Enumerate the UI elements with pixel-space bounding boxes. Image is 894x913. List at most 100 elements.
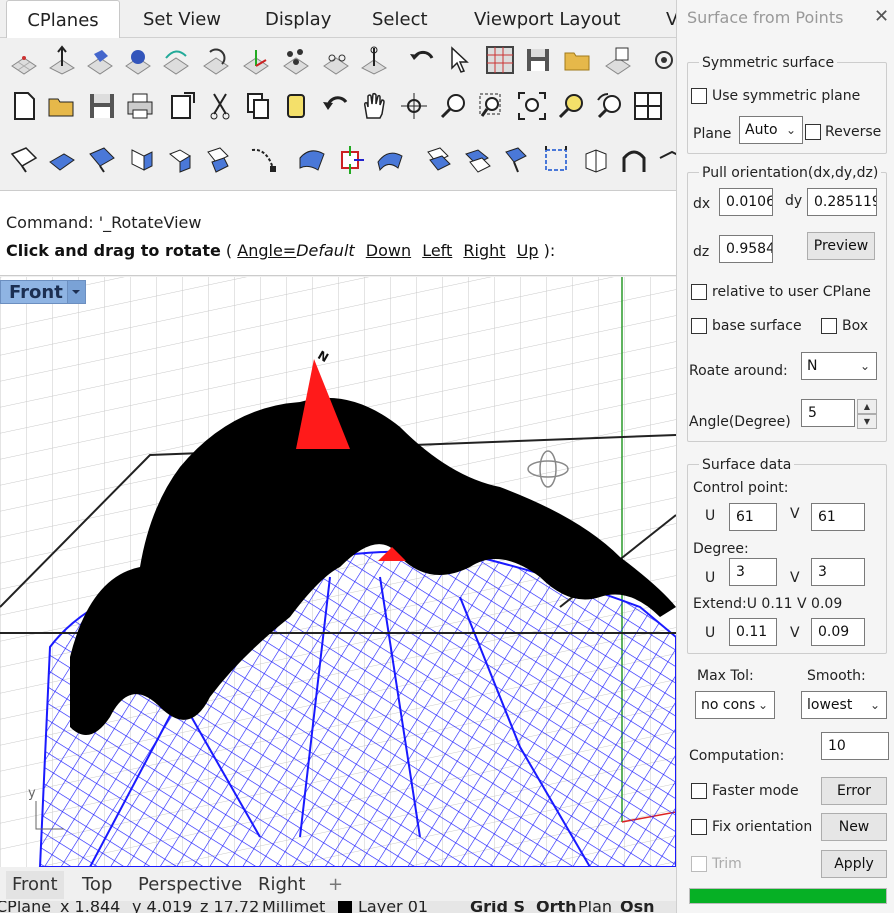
stepper-up-icon[interactable]: ▲ xyxy=(857,399,877,414)
status-layer[interactable]: Layer 01 xyxy=(358,901,428,913)
dz-input[interactable]: 0.9584 xyxy=(719,235,773,263)
smooth-select[interactable]: lowest ⌄ xyxy=(801,691,887,719)
status-ortho[interactable]: Orth xyxy=(536,901,577,913)
surface-tool-16-icon[interactable] xyxy=(656,144,676,176)
base-surface-checkbox[interactable] xyxy=(691,318,707,334)
tab-cplanes[interactable]: CPlanes xyxy=(6,0,120,38)
tab-overflow[interactable]: V xyxy=(666,0,676,38)
cplane-elevation-icon[interactable] xyxy=(320,44,352,76)
add-viewport-tab-icon[interactable]: + xyxy=(322,871,349,899)
vptab-right[interactable]: Right xyxy=(252,871,311,899)
dy-input[interactable]: 0.285119 xyxy=(807,188,877,216)
status-grid-snap[interactable]: Grid S xyxy=(470,901,525,913)
trim-checkbox[interactable] xyxy=(691,856,707,872)
tab-viewport-layout[interactable]: Viewport Layout xyxy=(474,0,621,38)
plane-select[interactable]: Auto ⌄ xyxy=(739,116,803,144)
relative-cplane-checkbox[interactable] xyxy=(691,284,707,300)
surface-tool-10-icon[interactable] xyxy=(422,144,454,176)
four-viewports-icon[interactable] xyxy=(632,90,664,122)
save-cplane-icon[interactable] xyxy=(522,44,554,76)
option-left[interactable]: Left xyxy=(422,241,452,260)
properties-icon[interactable] xyxy=(166,90,198,122)
box-checkbox[interactable] xyxy=(821,318,837,334)
surface-tool-14-icon[interactable] xyxy=(580,144,612,176)
tab-display[interactable]: Display xyxy=(265,0,331,38)
pan-hand-icon[interactable] xyxy=(358,90,390,122)
open-folder-icon[interactable] xyxy=(562,44,594,76)
surface-tool-5-icon[interactable] xyxy=(164,144,196,176)
cplane-rotate-icon[interactable] xyxy=(200,44,232,76)
open-file-icon[interactable] xyxy=(46,90,78,122)
control-point-v-input[interactable]: 61 xyxy=(811,503,865,531)
zoom-extents-icon[interactable] xyxy=(516,90,548,122)
cplane-surface-icon[interactable] xyxy=(122,44,154,76)
surface-tool-9-icon[interactable] xyxy=(374,144,406,176)
rotate-view-icon[interactable] xyxy=(398,90,430,122)
tab-select[interactable]: Select xyxy=(372,0,428,38)
extend-u-input[interactable]: 0.11 xyxy=(729,618,777,646)
viewport-canvas[interactable]: N y xyxy=(0,277,676,867)
tab-set-view[interactable]: Set View xyxy=(143,0,221,38)
zoom-selected-icon[interactable] xyxy=(556,90,588,122)
max-tol-select[interactable]: no cons ⌄ xyxy=(695,691,775,719)
undo-view-icon[interactable] xyxy=(594,90,626,122)
apply-button[interactable]: Apply xyxy=(821,850,887,878)
vptab-perspective[interactable]: Perspective xyxy=(132,871,248,899)
surface-tool-12-icon[interactable] xyxy=(500,144,532,176)
show-icon[interactable] xyxy=(648,44,676,76)
surface-tool-2-icon[interactable] xyxy=(46,144,78,176)
front-viewport[interactable]: N y xyxy=(0,277,676,867)
cplane-grid-icon[interactable] xyxy=(8,44,40,76)
rotate-around-select[interactable]: N ⌄ xyxy=(801,352,877,380)
curve-tool-icon[interactable] xyxy=(248,144,280,176)
vptab-front[interactable]: Front xyxy=(6,871,64,899)
option-up[interactable]: Up xyxy=(517,241,539,260)
angle-stepper[interactable]: ▲ ▼ xyxy=(857,399,877,429)
status-planar[interactable]: Plan xyxy=(578,901,612,913)
surface-tool-6-icon[interactable] xyxy=(202,144,234,176)
faster-mode-checkbox[interactable] xyxy=(691,783,707,799)
layer-color-swatch[interactable] xyxy=(338,901,352,913)
dx-input[interactable]: 0.0106 xyxy=(719,188,773,216)
surface-tool-1-icon[interactable] xyxy=(8,144,40,176)
stepper-down-icon[interactable]: ▼ xyxy=(857,414,877,429)
cplane-view-icon[interactable] xyxy=(358,44,390,76)
zoom-icon[interactable] xyxy=(438,90,470,122)
computation-input[interactable]: 10 xyxy=(821,732,889,760)
vptab-top[interactable]: Top xyxy=(76,871,118,899)
surface-tool-15-icon[interactable] xyxy=(618,144,650,176)
select-cursor-icon[interactable] xyxy=(444,44,476,76)
new-button[interactable]: New xyxy=(821,813,887,841)
reverse-checkbox[interactable] xyxy=(805,124,821,140)
undo-icon[interactable] xyxy=(320,90,352,122)
undo-cplane-icon[interactable] xyxy=(406,44,438,76)
surface-tool-4-icon[interactable] xyxy=(124,144,156,176)
close-icon[interactable]: ✕ xyxy=(874,6,889,27)
control-point-u-input[interactable]: 61 xyxy=(729,503,777,531)
option-right[interactable]: Right xyxy=(463,241,505,260)
use-symmetric-checkbox[interactable] xyxy=(691,88,707,104)
copy-icon[interactable] xyxy=(242,90,274,122)
cplane-z-axis-icon[interactable] xyxy=(240,44,272,76)
grid-view-icon[interactable] xyxy=(484,44,516,76)
degree-u-input[interactable]: 3 xyxy=(729,558,777,586)
paste-icon[interactable] xyxy=(280,90,312,122)
cplane-origin-icon[interactable] xyxy=(46,44,78,76)
cplane-object-icon[interactable] xyxy=(84,44,116,76)
error-button[interactable]: Error xyxy=(821,777,887,805)
degree-v-input[interactable]: 3 xyxy=(811,558,865,586)
surface-tool-13-icon[interactable] xyxy=(540,144,572,176)
named-cplanes-icon[interactable] xyxy=(602,44,634,76)
surface-tool-11-icon[interactable] xyxy=(462,144,494,176)
print-icon[interactable] xyxy=(124,90,156,122)
status-osnap[interactable]: Osn xyxy=(620,901,655,913)
option-angle-value[interactable]: Default xyxy=(296,241,354,260)
cplane-curve-icon[interactable] xyxy=(160,44,192,76)
option-angle-label[interactable]: Angle= xyxy=(237,241,296,260)
surface-tool-8-icon[interactable] xyxy=(334,144,366,176)
viewport-menu-chevron-icon[interactable] xyxy=(67,281,85,303)
viewport-title[interactable]: Front xyxy=(0,280,86,304)
surface-tool-7-icon[interactable] xyxy=(296,144,328,176)
cplane-3pt-icon[interactable] xyxy=(280,44,312,76)
extend-v-input[interactable]: 0.09 xyxy=(811,618,865,646)
